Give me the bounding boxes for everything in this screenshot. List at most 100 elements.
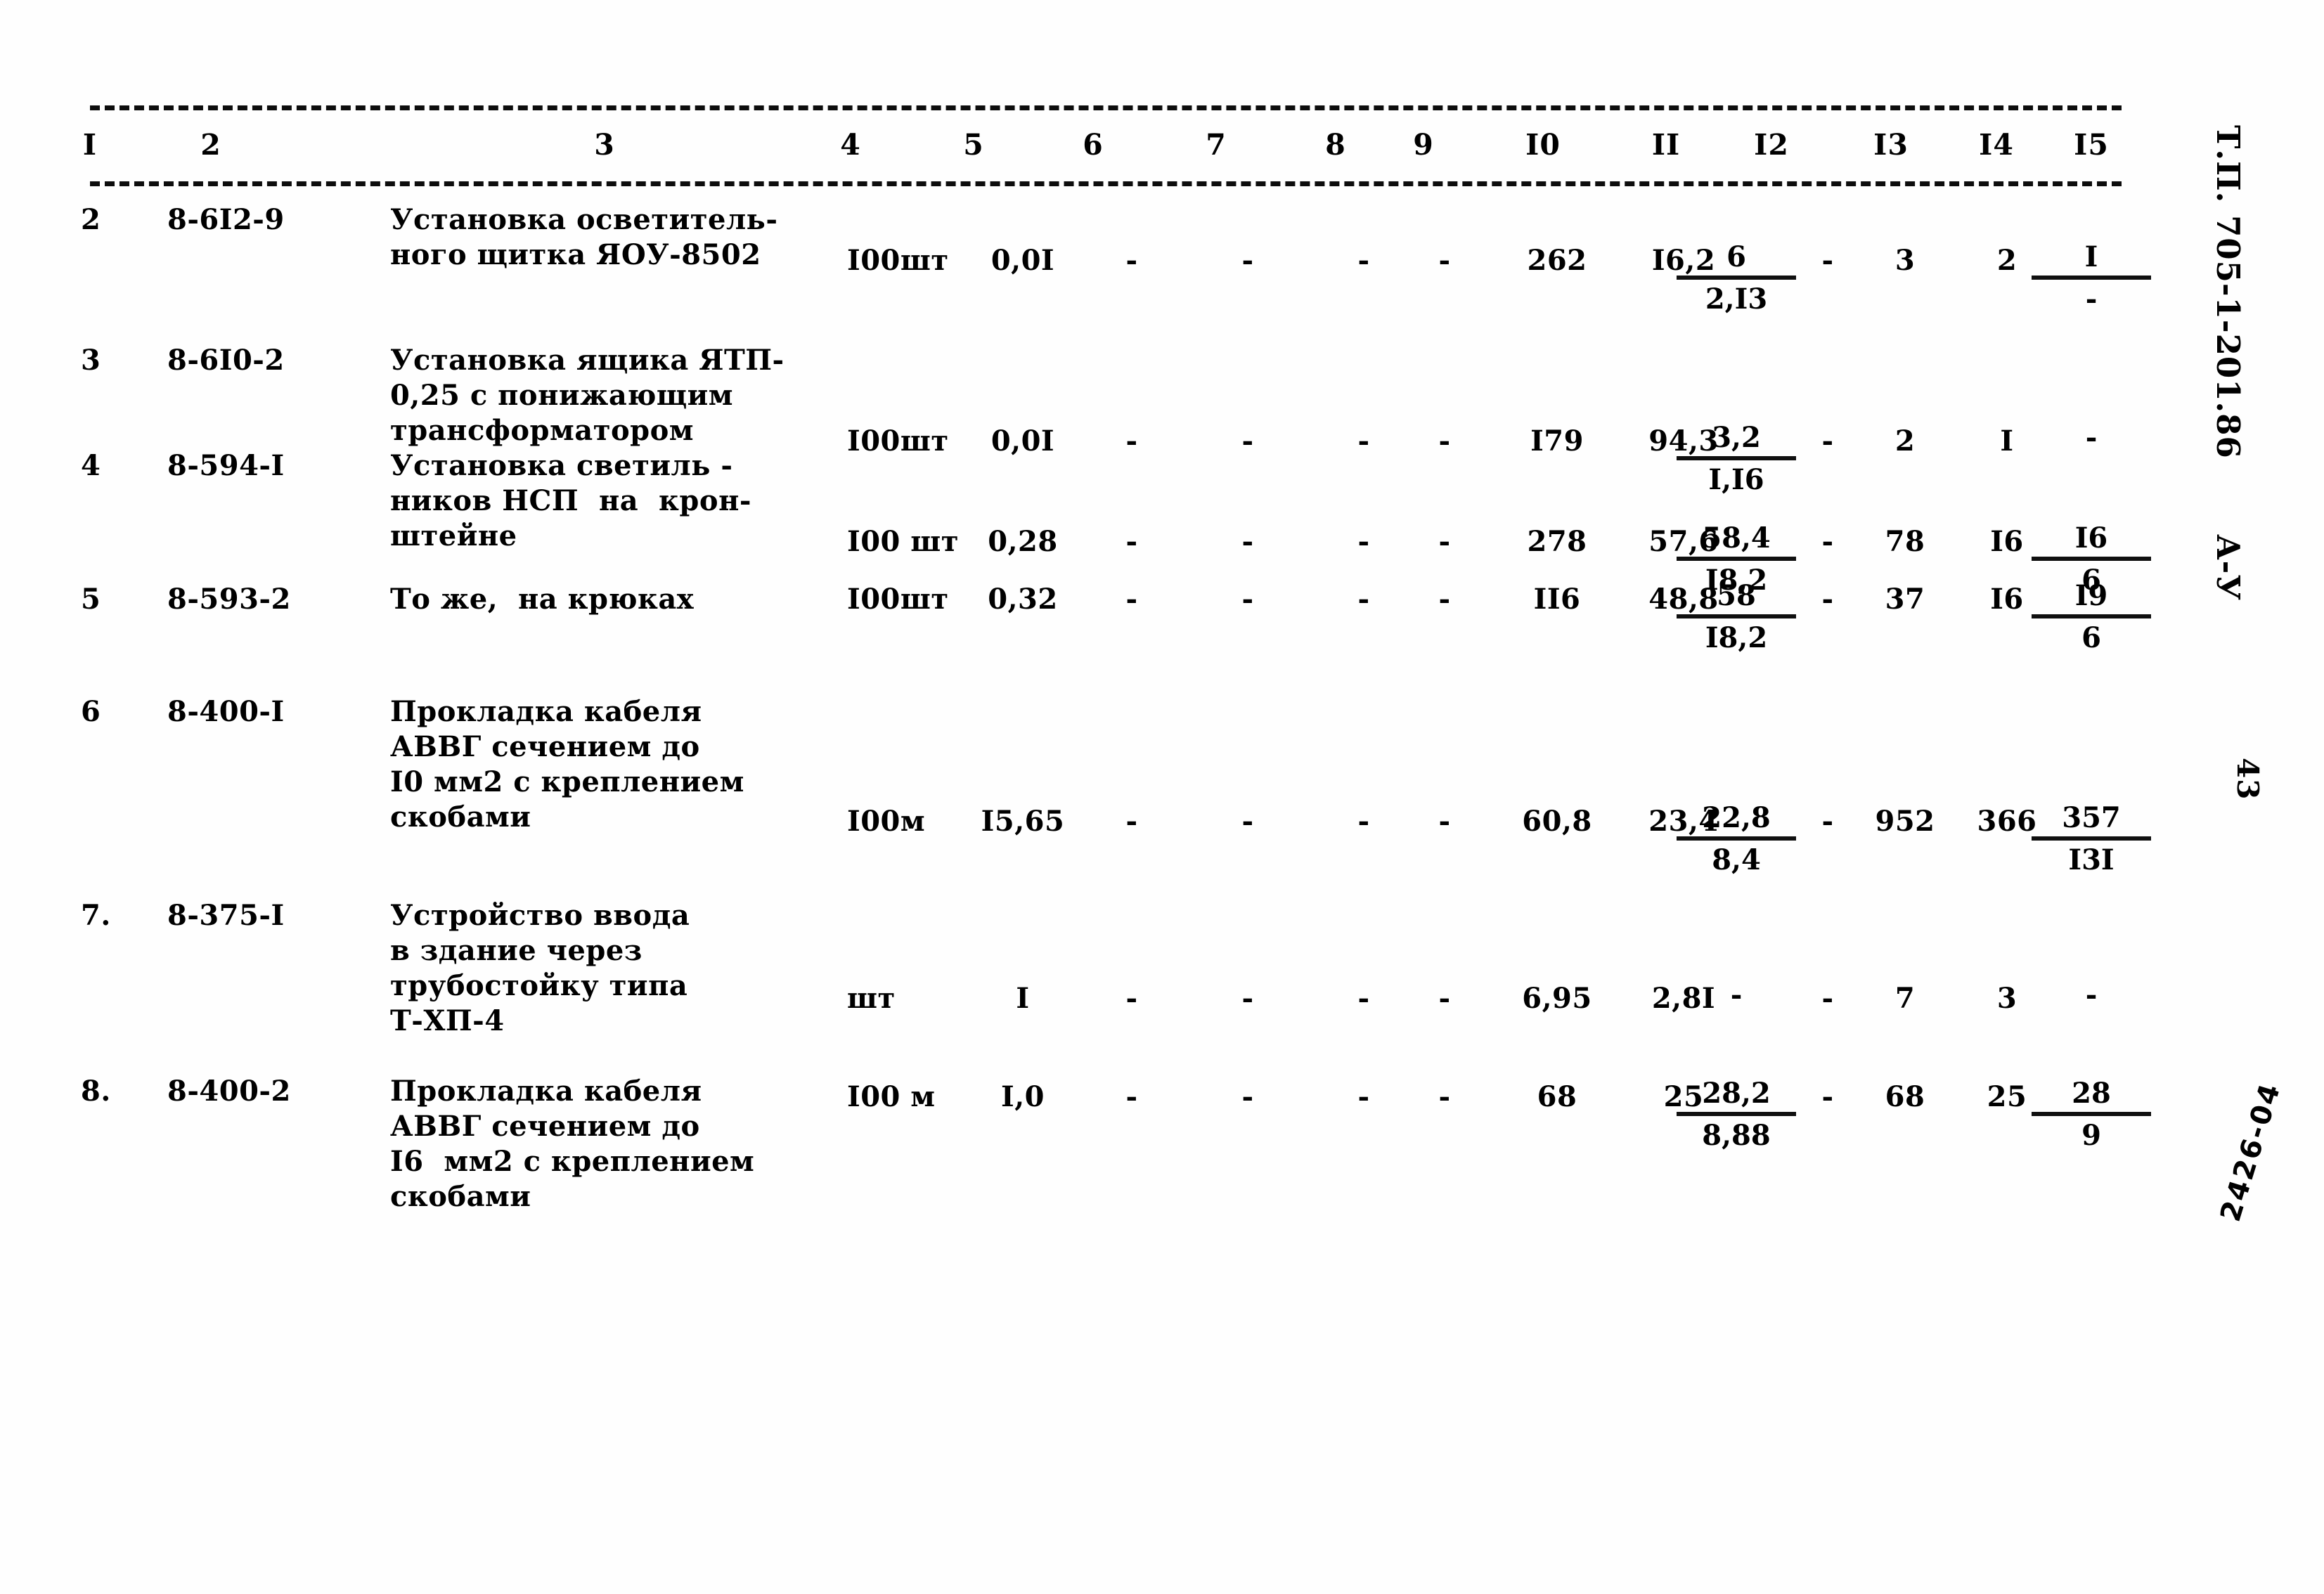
- row-col12-fraction-numerator: 28,2: [1677, 1077, 1796, 1116]
- row-col12-fraction-numerator: 58,4: [1677, 521, 1796, 561]
- row-col12-fraction: 3,2 I,I6: [1677, 421, 1796, 497]
- row-col10: 68: [1537, 1080, 1577, 1113]
- project-code-stamp: Т.П. 705-1-201.86: [2209, 125, 2247, 459]
- row-description: Прокладка кабеля АВВГ сечением до I0 мм2…: [390, 695, 744, 834]
- row-col12-fraction-denominator: 8,88: [1702, 1119, 1771, 1152]
- row-description: То же, на крюках: [390, 583, 695, 616]
- row-col15-fraction-denominator: 6: [2081, 621, 2101, 654]
- row-ordinal: 3: [81, 344, 101, 377]
- row-col15-fraction-numerator: I6: [2032, 521, 2151, 561]
- table-top-rule: [90, 105, 2122, 110]
- row-col15-fraction-numerator: -: [2085, 978, 2098, 1011]
- row-col6: -: [1125, 982, 1138, 1015]
- page-number-stamp: 43: [2231, 758, 2265, 801]
- row-col12-fraction: 58 I8,2: [1677, 579, 1796, 655]
- row-col7: -: [1241, 1080, 1254, 1113]
- row-qty: I5,65: [981, 805, 1065, 838]
- table-row: 3 8-6I0-2 Установка ящика ЯТП- 0,25 с пони…: [0, 343, 2324, 496]
- row-col15-fraction-numerator: I: [2032, 240, 2151, 280]
- row-col15-fraction-denominator: -: [2085, 283, 2098, 316]
- column-header-14: I4: [1979, 128, 2014, 162]
- row-col12-fraction: 6 2,I3: [1677, 240, 1796, 316]
- table-row: 4 8-594-I Установка светиль - ников НСП на…: [0, 448, 2324, 597]
- row-col7: -: [1241, 805, 1254, 838]
- column-header-2: 2: [200, 128, 221, 162]
- row-description: Установка светиль - ников НСП на крон- ш…: [390, 449, 751, 552]
- column-header-13: I3: [1873, 128, 1909, 162]
- row-ordinal: 8.: [81, 1075, 111, 1108]
- table-row: 6 8-400-I Прокладка кабеля АВВГ сечением д…: [0, 694, 2324, 876]
- row-ordinal: 6: [81, 695, 101, 728]
- table-header-rule: [90, 181, 2122, 186]
- row-col15-fraction-denominator: 9: [2081, 1119, 2101, 1152]
- table-row: 7. 8-375-I Устройство ввода в здание через…: [0, 898, 2324, 1037]
- row-col12-fraction: 22,8 8,4: [1677, 801, 1796, 877]
- row-col10: II6: [1533, 583, 1581, 616]
- row-norm-code: 8-400-2: [167, 1075, 291, 1108]
- row-col12-fraction-denominator: 2,I3: [1705, 283, 1768, 316]
- column-header-8: 8: [1325, 128, 1346, 162]
- row-col15-fraction: I9 6: [2032, 579, 2151, 655]
- row-ordinal: 2: [81, 203, 101, 236]
- column-header-5: 5: [963, 128, 984, 162]
- row-ordinal: 4: [81, 449, 101, 482]
- row-col12-fraction-numerator: -: [1730, 978, 1743, 1011]
- row-col6: -: [1125, 525, 1138, 558]
- row-norm-code: 8-400-I: [167, 695, 285, 728]
- column-header-4: 4: [840, 128, 861, 162]
- row-col15-fraction: 357 I3I: [2032, 801, 2151, 877]
- row-col12-fraction-denominator: 8,4: [1712, 843, 1761, 876]
- column-header-10: I0: [1525, 128, 1561, 162]
- row-col10: 6,95: [1522, 982, 1592, 1015]
- row-col9: -: [1438, 1080, 1451, 1113]
- row-col15-fraction-numerator: I9: [2032, 579, 2151, 618]
- row-col6: -: [1125, 805, 1138, 838]
- column-header-11: II: [1651, 128, 1681, 162]
- row-qty: 0,0I: [990, 244, 1055, 277]
- column-header-12: I2: [1754, 128, 1789, 162]
- row-col7: -: [1241, 525, 1254, 558]
- row-ordinal: 5: [81, 583, 101, 616]
- row-col15-fraction-numerator: 357: [2032, 801, 2151, 841]
- column-header-6: 6: [1083, 128, 1104, 162]
- document-sheet: I 2 3 4 5 6 7 8 9 I0 II I2 I3 I4 I5 2 8-6I2-9 Установка …: [0, 0, 2324, 1594]
- row-norm-code: 8-594-I: [167, 449, 285, 482]
- table-row: 8. 8-400-2 Прокладка кабеля АВВГ сечением …: [0, 1074, 2324, 1213]
- column-header-7: 7: [1206, 128, 1227, 162]
- row-qty: I,0: [1001, 1080, 1045, 1113]
- row-col10: 278: [1527, 525, 1587, 558]
- row-qty: 0,32: [988, 583, 1058, 616]
- row-col10: 60,8: [1522, 805, 1592, 838]
- row-description: Установка ящика ЯТП- 0,25 с понижающим т…: [390, 344, 785, 447]
- row-description: Прокладка кабеля АВВГ сечением до I6 мм2…: [390, 1075, 755, 1213]
- row-col15-fraction: 28 9: [2032, 1077, 2151, 1153]
- row-ordinal: 7.: [81, 899, 111, 932]
- row-norm-code: 8-593-2: [167, 583, 291, 616]
- row-col9: -: [1438, 583, 1451, 616]
- row-col15-fraction: I-: [2032, 240, 2151, 316]
- row-description: Установка осветитель- ного щитка ЯОУ-850…: [390, 203, 778, 271]
- row-col7: -: [1241, 583, 1254, 616]
- row-col6: -: [1125, 244, 1138, 277]
- row-col15-fraction: -: [2032, 978, 2151, 1016]
- row-col7: -: [1241, 982, 1254, 1015]
- row-col7: -: [1241, 244, 1254, 277]
- column-header-3: 3: [594, 128, 615, 162]
- row-norm-code: 8-6I2-9: [167, 203, 285, 236]
- row-col10: 262: [1527, 244, 1587, 277]
- table-row: 5 8-593-2 То же, на крюках I00шт 0,32- - - - II6…: [0, 579, 2324, 654]
- table-row: 2 8-6I2-9 Установка осветитель- ного щитка…: [0, 202, 2324, 316]
- row-col12-fraction-denominator: [1677, 1013, 1796, 1016]
- row-col12-fraction-numerator: 6: [1677, 240, 1796, 280]
- column-header-1: I: [82, 128, 98, 162]
- row-col15-fraction-denominator: [2032, 456, 2151, 459]
- archive-number-stamp: 2426-04: [2214, 1078, 2287, 1226]
- series-mark-stamp: А-У: [2209, 534, 2247, 601]
- row-qty: I: [1016, 982, 1030, 1015]
- row-col15-fraction-numerator: 28: [2032, 1077, 2151, 1116]
- column-header-15: I5: [2074, 128, 2109, 162]
- row-col12-fraction-denominator: I,I6: [1708, 463, 1764, 496]
- row-col15-fraction-denominator: I3I: [2068, 843, 2115, 876]
- row-col9: -: [1438, 982, 1451, 1015]
- row-col12-fraction: 28,2 8,88: [1677, 1077, 1796, 1153]
